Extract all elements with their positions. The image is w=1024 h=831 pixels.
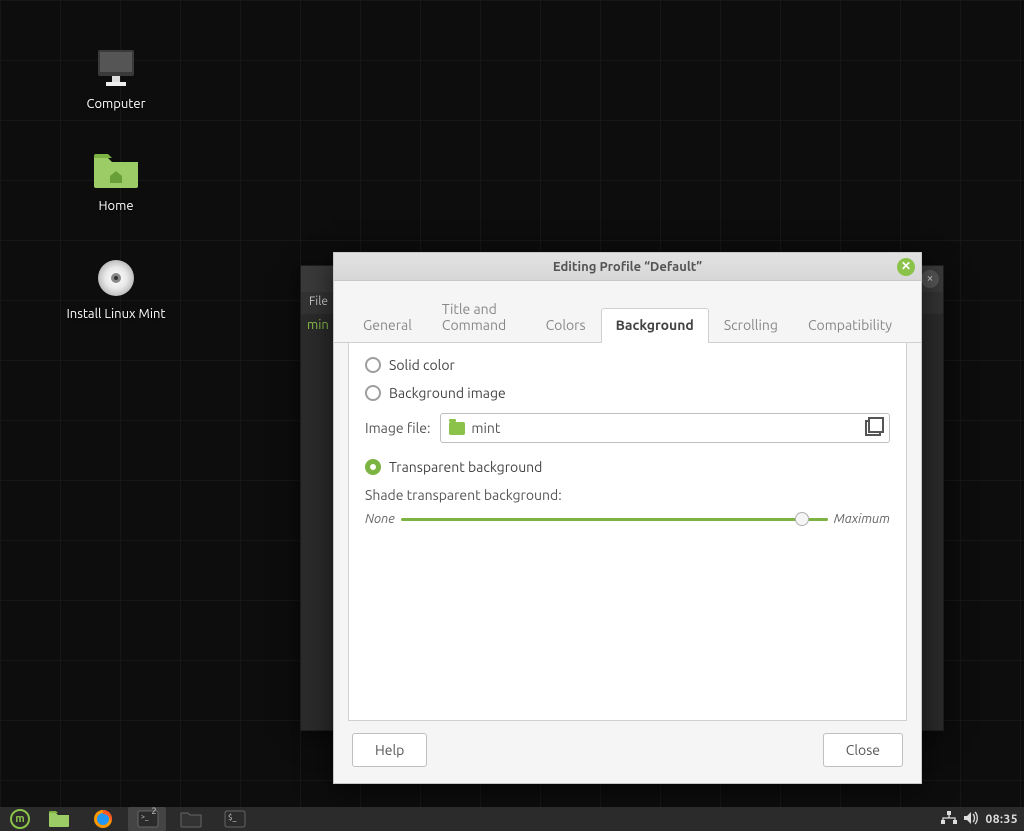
slider-thumb[interactable] [795,512,809,526]
folder-dark-icon [180,810,202,828]
disc-icon [96,258,136,298]
launcher-files[interactable] [40,807,78,831]
shade-label: Shade transparent background: [365,487,890,503]
desktop-icon-label: Install Linux Mint [56,307,176,321]
radio-label: Background image [389,385,506,401]
radio-label: Solid color [389,357,455,373]
help-button[interactable]: Help [352,733,427,767]
tab-colors[interactable]: Colors [531,308,601,343]
tab-general[interactable]: General [348,308,427,343]
desktop: Computer Home Install Linux Mint [0,0,1024,807]
desktop-icon-label: Computer [56,97,176,111]
image-file-chooser[interactable]: mint [440,413,890,443]
shade-slider-row: None Maximum [365,511,890,527]
slider-max-label: Maximum [834,512,890,526]
desktop-icon-computer[interactable]: Computer [56,48,176,111]
terminal-prompt: min [307,318,329,332]
menu-button[interactable]: m [6,807,34,831]
mint-logo-icon: m [10,809,30,829]
svg-text:$_: $_ [228,813,237,822]
svg-text:>_: >_ [141,813,149,821]
launcher-firefox[interactable] [84,807,122,831]
dialog-title: Editing Profile “Default” [553,260,702,274]
firefox-icon [93,809,113,829]
radio-icon [365,459,381,475]
terminal-icon: $_ [224,810,246,828]
close-icon[interactable]: ✕ [897,258,915,276]
file-picker-icon [865,420,881,436]
taskbar-item-files[interactable] [172,807,210,831]
computer-icon [94,48,138,88]
terminal-menu-file[interactable]: File [309,295,328,308]
shade-slider[interactable] [401,511,828,527]
window-count-badge: 2 [151,806,156,816]
dialog-button-bar: Help Close [334,721,921,783]
folder-icon [449,422,465,435]
close-icon[interactable]: × [921,270,939,288]
slider-track [401,518,828,521]
desktop-icon-label: Home [56,199,176,213]
network-icon[interactable] [941,811,957,828]
image-file-label: Image file: [365,420,430,436]
slider-min-label: None [365,512,395,526]
volume-icon[interactable] [963,811,979,828]
tab-background-body: Solid color Background image Image file:… [348,343,907,721]
taskbar-item-terminal-2[interactable]: $_ [216,807,254,831]
tab-title-command[interactable]: Title and Command [427,292,531,343]
dialog-tabs: General Title and Command Colors Backgro… [334,281,921,343]
radio-background-image[interactable]: Background image [365,385,890,401]
taskbar-right: 08:35 [941,811,1018,828]
radio-icon [365,357,381,373]
dialog-titlebar[interactable]: Editing Profile “Default” ✕ [334,253,921,281]
radio-solid-color[interactable]: Solid color [365,357,890,373]
taskbar: m >_ 2 [0,807,1024,831]
taskbar-item-terminal[interactable]: >_ 2 [128,807,166,831]
taskbar-left: m >_ 2 [6,807,254,831]
radio-label: Transparent background [389,459,542,475]
desktop-icon-home[interactable]: Home [56,152,176,213]
folder-home-icon [92,152,140,190]
radio-transparent-background[interactable]: Transparent background [365,459,890,475]
taskbar-clock[interactable]: 08:35 [985,813,1018,826]
image-file-value: mint [471,420,500,436]
desktop-icon-install[interactable]: Install Linux Mint [56,258,176,321]
folder-icon [48,810,70,828]
tab-background[interactable]: Background [601,308,709,343]
profile-preferences-dialog: Editing Profile “Default” ✕ General Titl… [333,252,922,784]
close-button[interactable]: Close [823,733,903,767]
radio-icon [365,385,381,401]
tab-compatibility[interactable]: Compatibility [793,308,907,343]
image-file-row: Image file: mint [365,413,890,443]
tab-scrolling[interactable]: Scrolling [709,308,793,343]
